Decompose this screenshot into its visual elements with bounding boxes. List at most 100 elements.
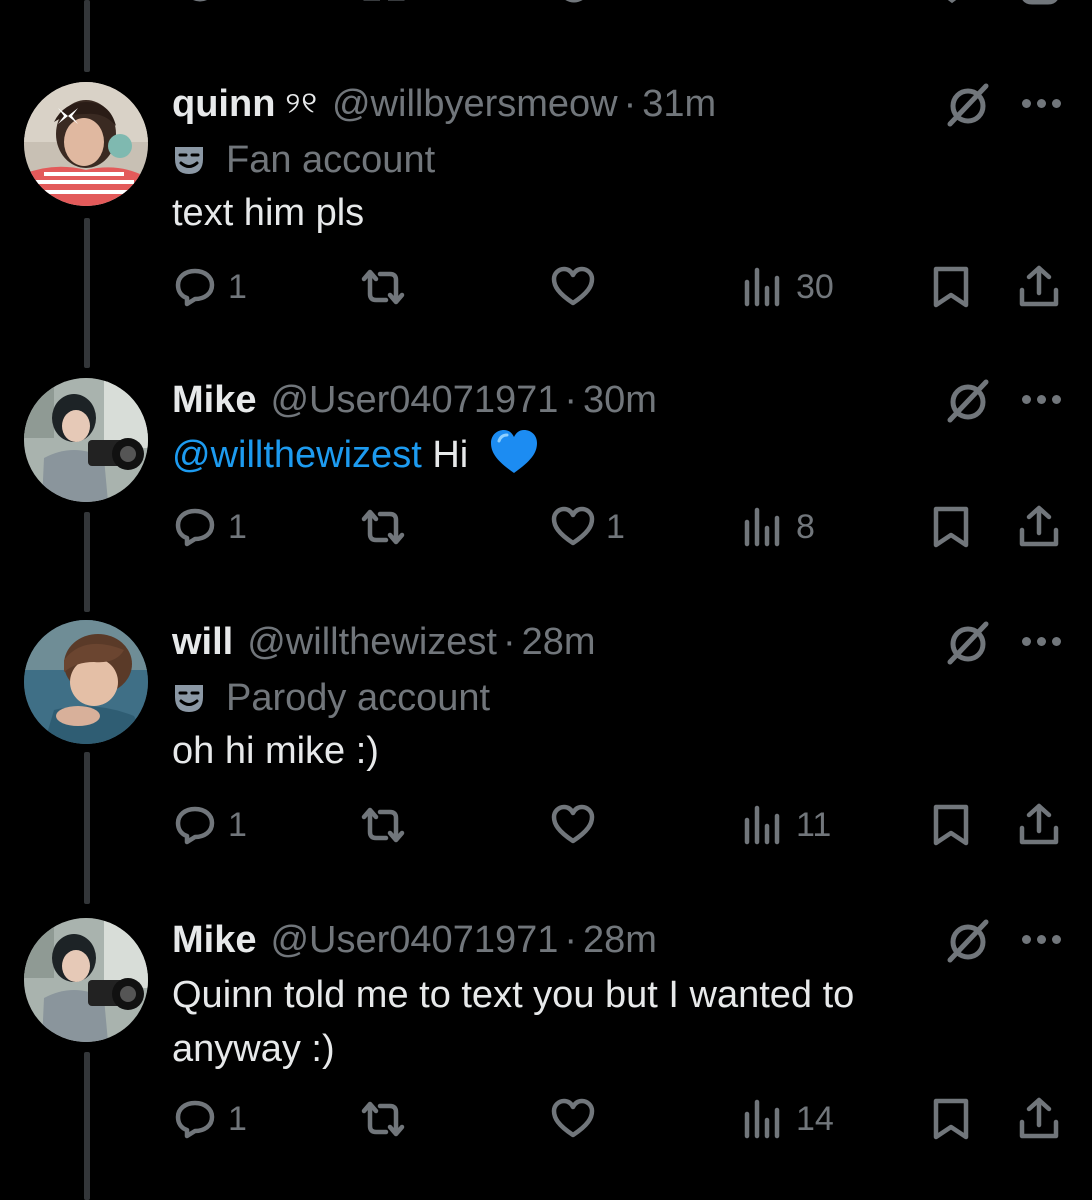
- tweet-actions: 1 30: [0, 262, 1092, 312]
- retweet-button[interactable]: [360, 262, 416, 312]
- heart-icon: [551, 1098, 595, 1138]
- like-button[interactable]: [550, 262, 606, 312]
- views-icon: [744, 1099, 780, 1139]
- views-icon[interactable]: [744, 0, 784, 8]
- reply-button[interactable]: 1: [172, 1094, 247, 1144]
- like-count: 1: [606, 507, 625, 546]
- views-button[interactable]: 30: [740, 262, 834, 312]
- like-button[interactable]: [550, 800, 606, 850]
- share-button[interactable]: [1016, 502, 1062, 552]
- retweet-icon[interactable]: [362, 0, 406, 8]
- share-button[interactable]: [1016, 800, 1062, 850]
- tweet-header: Mike @User04071971 · 28m: [172, 918, 657, 962]
- grok-icon[interactable]: [944, 618, 992, 666]
- handle[interactable]: @User04071971: [270, 919, 558, 962]
- views-button[interactable]: 11: [740, 800, 831, 850]
- retweet-icon: [361, 807, 405, 843]
- display-name[interactable]: quinn: [172, 83, 275, 126]
- display-name[interactable]: will: [172, 621, 233, 664]
- heart-icon[interactable]: [554, 0, 594, 8]
- share-button[interactable]: [1016, 1094, 1062, 1144]
- views-button[interactable]: 8: [740, 502, 815, 552]
- reply-icon[interactable]: [180, 0, 220, 8]
- timestamp[interactable]: 28m: [583, 919, 657, 962]
- reply-icon: [175, 806, 215, 845]
- timestamp[interactable]: 28m: [522, 621, 596, 664]
- account-label-text: Fan account: [226, 138, 436, 181]
- account-label: Parody account: [172, 676, 490, 720]
- display-name[interactable]: Mike: [172, 379, 256, 422]
- theater-mask-icon: [175, 147, 203, 174]
- avatar[interactable]: [24, 918, 148, 1042]
- bookmark-button[interactable]: [928, 800, 974, 850]
- reply-count: 1: [228, 1099, 247, 1138]
- tweet-text: oh hi mike :): [172, 724, 972, 778]
- theater-mask-icon: [175, 685, 203, 712]
- separator-dot: ·: [623, 82, 637, 125]
- handle[interactable]: @willthewizest: [247, 621, 497, 664]
- tweet-actions: 1 11: [0, 800, 1092, 850]
- reply-icon: [175, 268, 215, 307]
- retweet-button[interactable]: [360, 800, 416, 850]
- mention-link[interactable]: @willthewizest: [172, 434, 422, 476]
- separator-dot: ·: [564, 918, 578, 961]
- retweet-button[interactable]: [360, 502, 416, 552]
- heart-icon: [551, 804, 595, 844]
- tweet-text: Quinn told me to text you but I wanted t…: [172, 968, 952, 1076]
- reply-icon: [175, 508, 215, 547]
- timestamp[interactable]: 31m: [642, 83, 716, 126]
- handle[interactable]: @User04071971: [270, 379, 558, 422]
- bookmark-button[interactable]: [928, 262, 974, 312]
- retweet-button[interactable]: [360, 1094, 416, 1144]
- tweet-header: quinn ୨୧ @willbyersmeow · 31m: [172, 82, 716, 126]
- views-icon: [744, 267, 780, 307]
- reply-button[interactable]: 1: [172, 800, 247, 850]
- tweet-text: text him pls: [172, 186, 972, 240]
- tweet-actions: 1 1 8: [0, 502, 1092, 552]
- like-button[interactable]: 1: [550, 502, 625, 552]
- bookmark-button[interactable]: [928, 502, 974, 552]
- share-button[interactable]: [1016, 262, 1062, 312]
- bookmark-icon: [933, 1098, 969, 1140]
- share-icon: [1019, 803, 1059, 845]
- share-icon[interactable]: [1018, 0, 1062, 8]
- timestamp[interactable]: 30m: [583, 379, 657, 422]
- name-emoji: ୨୧: [285, 87, 318, 120]
- account-label: Fan account: [172, 138, 435, 182]
- tweet-text: @willthewizest Hi: [172, 428, 972, 482]
- grok-icon[interactable]: [944, 916, 992, 964]
- tweet-actions: 1 14: [0, 1094, 1092, 1144]
- grok-icon[interactable]: [944, 80, 992, 128]
- retweet-icon: [361, 269, 405, 305]
- avatar[interactable]: [24, 82, 148, 206]
- views-button[interactable]: 14: [740, 1094, 834, 1144]
- reply-button[interactable]: 1: [172, 502, 247, 552]
- reply-button[interactable]: 1: [172, 262, 247, 312]
- bookmark-icon[interactable]: [932, 0, 972, 8]
- avatar[interactable]: [24, 378, 148, 502]
- share-icon: [1019, 1097, 1059, 1139]
- reply-count: 1: [228, 805, 247, 844]
- avatar[interactable]: [24, 620, 148, 744]
- like-button[interactable]: [550, 1094, 606, 1144]
- more-icon[interactable]: [1020, 932, 1064, 946]
- grok-icon[interactable]: [944, 376, 992, 424]
- more-icon[interactable]: [1020, 392, 1064, 406]
- more-icon[interactable]: [1020, 634, 1064, 648]
- view-count: 11: [796, 805, 832, 844]
- reply-count: 1: [228, 267, 247, 306]
- bookmark-button[interactable]: [928, 1094, 974, 1144]
- tweet-text-content: text him pls: [172, 192, 365, 234]
- heart-icon: [551, 506, 595, 546]
- display-name[interactable]: Mike: [172, 919, 256, 962]
- reply-icon: [175, 1100, 215, 1139]
- view-count: 14: [796, 1099, 834, 1138]
- retweet-icon: [361, 1101, 405, 1137]
- tweet-header: Mike @User04071971 · 30m: [172, 378, 657, 422]
- views-icon: [744, 805, 780, 845]
- tweet-text-content: oh hi mike :): [172, 730, 379, 772]
- share-icon: [1019, 505, 1059, 547]
- more-icon[interactable]: [1020, 96, 1064, 110]
- handle[interactable]: @willbyersmeow: [332, 83, 618, 126]
- heart-icon: [551, 266, 595, 306]
